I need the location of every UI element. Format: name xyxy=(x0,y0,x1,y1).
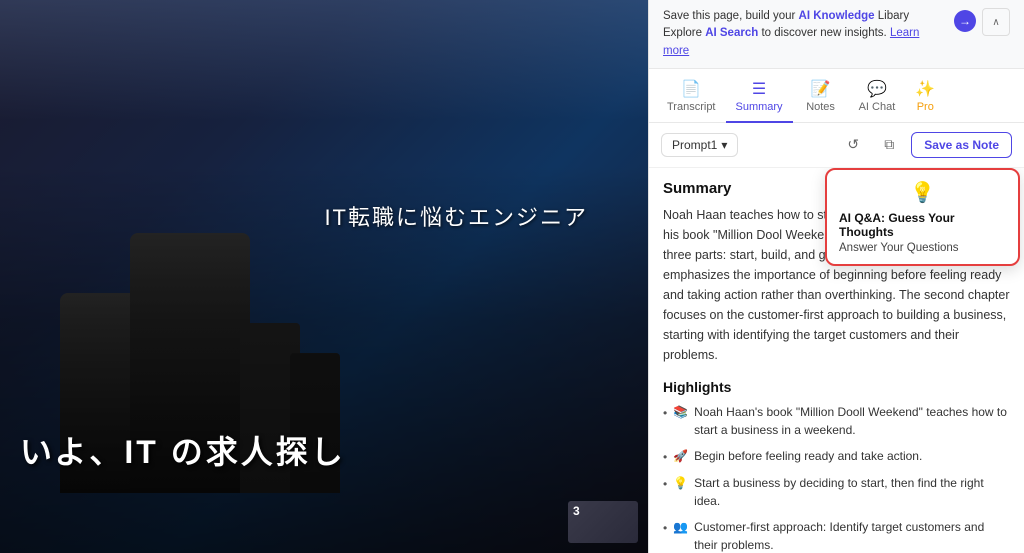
aiqna-title: AI Q&A: Guess Your Thoughts xyxy=(839,211,1006,239)
tab-ai-chat-label: AI Chat xyxy=(859,101,896,113)
pro-icon: ✨ xyxy=(915,79,935,99)
summary-icon: ☰ xyxy=(752,79,766,99)
badge-number: 3 xyxy=(573,504,580,518)
highlight-item-3: • 💡 Start a business by deciding to star… xyxy=(663,474,1010,510)
bullet-emoji-1: • xyxy=(663,404,667,422)
highlight-text-3: Start a business by deciding to start, t… xyxy=(694,474,1010,510)
prompt-label: Prompt1 xyxy=(672,138,717,152)
collapse-icon: ∧ xyxy=(992,17,999,28)
highlight-text-2: Begin before feeling ready and take acti… xyxy=(694,447,922,465)
toolbar: Prompt1 ▾ ↺ ⧉ Save as Note xyxy=(649,123,1024,168)
japanese-text-1: IT転職に悩むエンジニア xyxy=(324,200,588,232)
banner-collapse-button[interactable]: ∧ xyxy=(982,8,1010,36)
japanese-text-2: いよ、IT の求人探し xyxy=(20,427,346,473)
banner-ai-knowledge: AI Knowledge xyxy=(799,10,875,22)
highlight-emoji-1: 📚 xyxy=(673,403,688,421)
tab-transcript[interactable]: 📄 Transcript xyxy=(657,73,726,123)
tab-summary-label: Summary xyxy=(736,101,783,113)
aiqna-icon: 💡 xyxy=(839,180,1006,205)
tab-summary[interactable]: ☰ Summary xyxy=(726,73,793,123)
highlight-item-2: • 🚀 Begin before feeling ready and take … xyxy=(663,447,1010,466)
highlight-emoji-3: 💡 xyxy=(673,474,688,492)
thumbnail-badge[interactable]: 3 xyxy=(568,501,638,543)
refresh-icon: ↺ xyxy=(847,136,859,153)
tab-notes[interactable]: 📝 Notes xyxy=(793,73,849,123)
copy-icon: ⧉ xyxy=(884,136,894,153)
banner-line1: Save this page, build your xyxy=(663,10,799,22)
sidebar: Save this page, build your AI Knowledge … xyxy=(648,0,1024,553)
transcript-icon: 📄 xyxy=(681,79,701,99)
highlight-text-1: Noah Haan's book "Million Dooll Weekend"… xyxy=(694,403,1010,439)
tab-bar: 📄 Transcript ☰ Summary 📝 Notes 💬 AI Chat… xyxy=(649,69,1024,123)
bullet-emoji-2: • xyxy=(663,448,667,466)
tab-pro-label: Pro xyxy=(917,101,934,113)
banner-line1-end: Libary xyxy=(878,10,909,22)
ceiling-lights xyxy=(0,0,648,120)
aiqna-popup[interactable]: 💡 AI Q&A: Guess Your Thoughts Answer You… xyxy=(825,168,1020,266)
video-panel: IT転職に悩むエンジニア いよ、IT の求人探し 3 xyxy=(0,0,648,553)
highlight-emoji-4: 👥 xyxy=(673,518,688,536)
chevron-down-icon: ▾ xyxy=(721,138,727,152)
arrow-icon: → xyxy=(959,14,971,28)
banner-text: Save this page, build your AI Knowledge … xyxy=(663,8,946,60)
highlight-item-1: • 📚 Noah Haan's book "Million Dooll Week… xyxy=(663,403,1010,439)
tab-transcript-label: Transcript xyxy=(667,101,716,113)
content-area: Summary Noah Haan teaches how to start a… xyxy=(649,168,1024,553)
bullet-emoji-3: • xyxy=(663,475,667,493)
video-background: IT転職に悩むエンジニア いよ、IT の求人探し 3 xyxy=(0,0,648,553)
toolbar-icons: ↺ ⧉ xyxy=(839,131,903,159)
highlight-text-4: Customer-first approach: Identify target… xyxy=(694,518,1010,553)
banner-line2-start: Explore xyxy=(663,27,705,39)
highlight-emoji-2: 🚀 xyxy=(673,447,688,465)
highlight-item-4: • 👥 Customer-first approach: Identify ta… xyxy=(663,518,1010,553)
banner-line2-mid: to discover new insights. xyxy=(761,27,889,39)
prompt-select[interactable]: Prompt1 ▾ xyxy=(661,133,738,157)
tab-ai-chat[interactable]: 💬 AI Chat xyxy=(849,73,906,123)
highlights-list: • 📚 Noah Haan's book "Million Dooll Week… xyxy=(663,403,1010,553)
tab-notes-label: Notes xyxy=(806,101,835,113)
banner-ai-search: AI Search xyxy=(705,27,758,39)
banner: Save this page, build your AI Knowledge … xyxy=(649,0,1024,69)
tab-pro[interactable]: ✨ Pro xyxy=(905,73,945,121)
save-note-button[interactable]: Save as Note xyxy=(911,132,1012,158)
highlights-title: Highlights xyxy=(663,379,1010,395)
aiqna-subtitle: Answer Your Questions xyxy=(839,242,1006,254)
bullet-emoji-4: • xyxy=(663,519,667,537)
copy-button[interactable]: ⧉ xyxy=(875,131,903,159)
ai-chat-icon: 💬 xyxy=(867,79,887,99)
notes-icon: 📝 xyxy=(811,79,831,99)
refresh-button[interactable]: ↺ xyxy=(839,131,867,159)
banner-arrow-button[interactable]: → xyxy=(954,10,976,32)
